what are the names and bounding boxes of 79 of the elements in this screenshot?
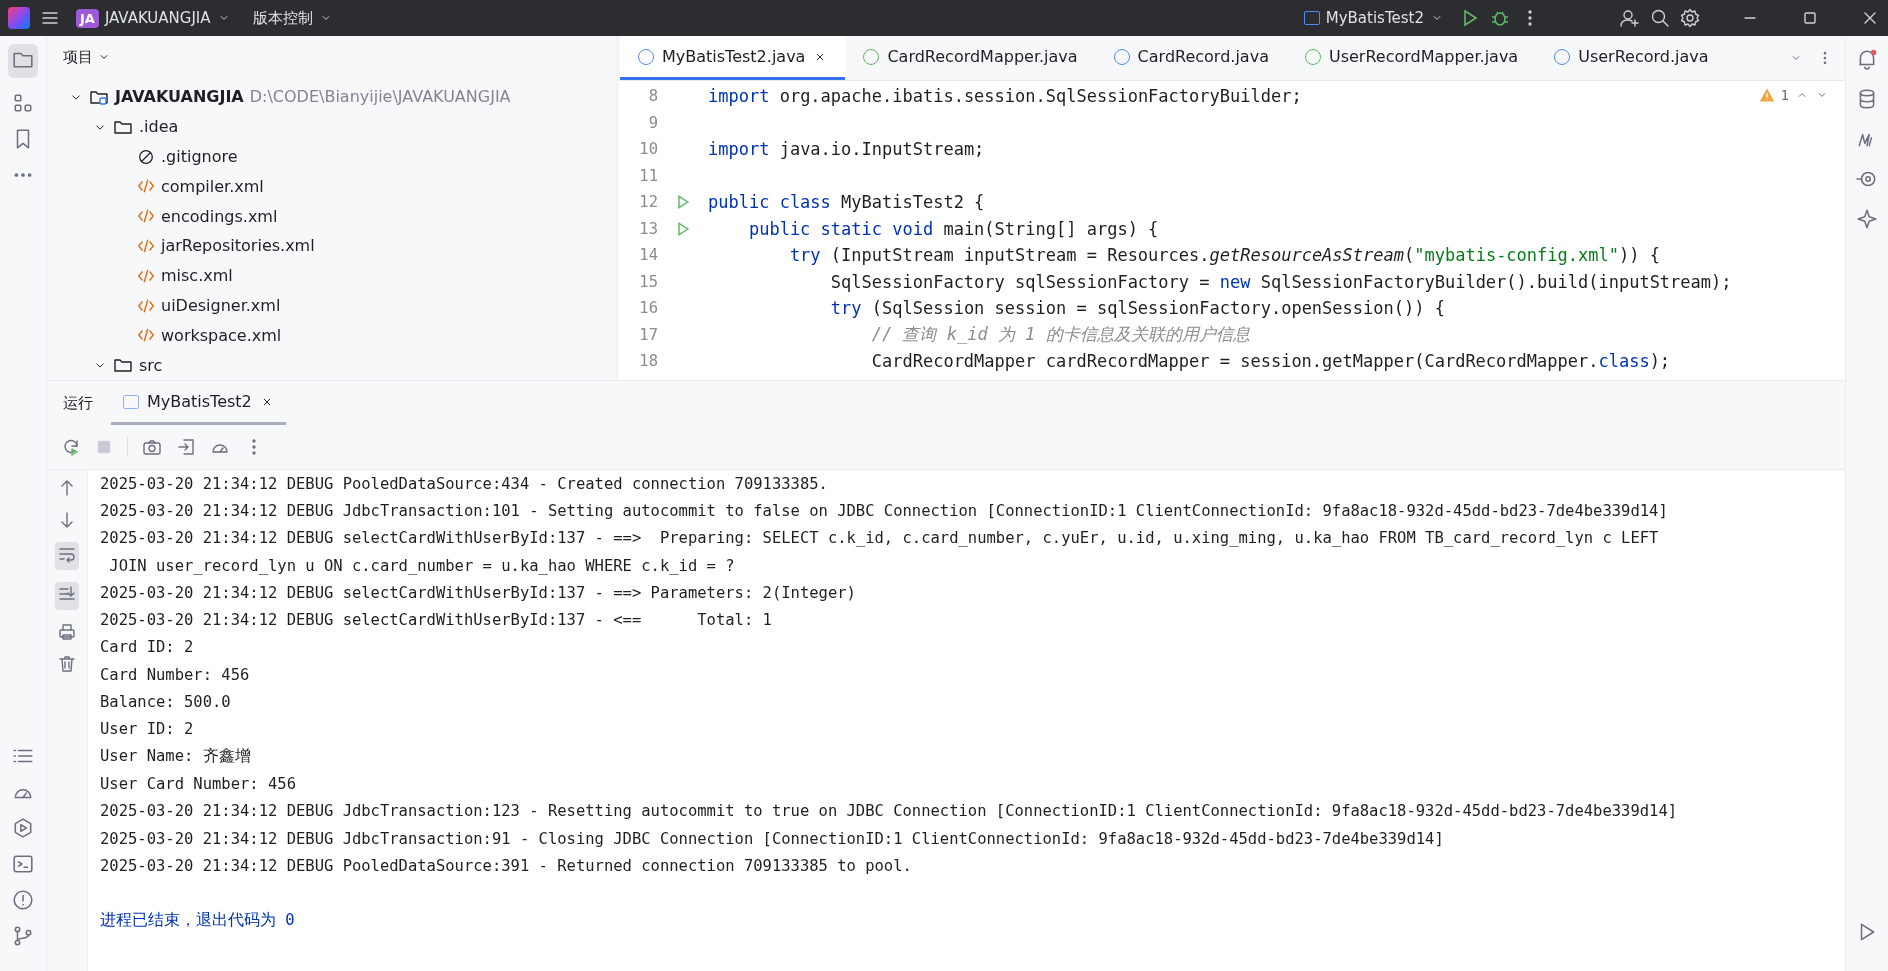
structure-icon[interactable]: [12, 92, 34, 114]
code-line: SqlSessionFactory sqlSessionFactory = new SqlSessionFactoryBuilder().build(inputStream);: [829, 271, 1732, 292]
line-number: 18: [638, 352, 658, 371]
tree-item[interactable]: encodings.xml: [161, 206, 278, 226]
editor-tab[interactable]: CardRecordMapper.java: [845, 36, 1096, 80]
line-number: 11: [638, 166, 658, 185]
window-icon: [123, 394, 139, 409]
trash-icon[interactable]: [57, 654, 77, 674]
code-line: try (InputStream inputStream = Resources.getResourceAsStream("mybatis-config.xml")) {: [788, 245, 1660, 266]
add-user-icon[interactable]: [1620, 8, 1640, 28]
code-line: try (SqlSession session = sqlSessionFactory.openSession()) {: [829, 298, 1445, 319]
project-path: D:\CODE\Bianyijie\JAVAKUANGJIA: [249, 87, 511, 107]
tree-item[interactable]: compiler.xml: [161, 176, 264, 196]
console-line: 2025-03-20 21:34:12 DEBUG JdbcTransaction:123 - Resetting autocommit to true on JDBC Connection [ConnectionID:1 ClientConnectionId: 9fa8ac18-932d-45dd-bd23-7de4be339d14]: [100, 802, 1678, 821]
editor-tab[interactable]: CardRecord.java: [1095, 36, 1287, 80]
line-number: 14: [638, 246, 658, 265]
console-line: User Name: 齐鑫增: [100, 746, 251, 768]
rerun-icon[interactable]: [61, 437, 81, 457]
no-entry-icon: [137, 147, 155, 166]
tree-item[interactable]: .idea: [139, 117, 179, 137]
console-line: User Card Number: 456: [100, 774, 296, 793]
tree-item[interactable]: jarRepositories.xml: [161, 236, 315, 256]
line-number: 16: [638, 299, 658, 318]
terminal-icon[interactable]: [12, 853, 34, 875]
line-number: 15: [638, 272, 658, 291]
print-icon[interactable]: [57, 622, 77, 642]
console-line: 2025-03-20 21:34:12 DEBUG JdbcTransaction:91 - Closing JDBC Connection [ConnectionID:1 ClientConnectionId: 9fa8ac18-932d-45dd-bd23-7de4be339d14]: [100, 829, 1444, 848]
run-services-icon[interactable]: [12, 817, 34, 839]
console-line: 2025-03-20 21:34:12 DEBUG PooledDataSource:434 - Created connection 709133385.: [100, 474, 828, 493]
console-line: 2025-03-20 21:34:12 DEBUG selectCardWithUserById:137 - ==> Preparing: SELECT c.k_id, c.card_number, c.yuEr, u.id, u.xing_ming, u.ka_hao FROM TB_card_record_lyn c LEFT: [100, 529, 1659, 548]
panel-title[interactable]: 项目: [63, 47, 93, 67]
tree-item[interactable]: uiDesigner.xml: [161, 296, 281, 315]
tree-item[interactable]: misc.xml: [161, 266, 233, 286]
console-line: Card Number: 456: [100, 665, 250, 684]
code-line: public class MyBatisTest2 {: [708, 192, 985, 213]
line-number: 12: [638, 193, 658, 212]
editor-tab[interactable]: MyBatisTest2.java: [620, 36, 846, 80]
console-line: Balance: 500.0: [100, 693, 231, 711]
code-line: CardRecordMapper cardRecordMapper = session.getMapper(CardRecordMapper.class);: [870, 351, 1671, 372]
bell-icon[interactable]: [1856, 48, 1878, 70]
exit-message: 进程已结束，退出代码为 0: [100, 909, 295, 931]
sparkle-icon[interactable]: [1856, 208, 1878, 230]
run-gutter-icon[interactable]: [675, 194, 691, 211]
project-selector[interactable]: JA JAVAKUANGJIA: [70, 5, 237, 31]
app-logo[interactable]: [8, 7, 30, 29]
editor-tab[interactable]: UserRecordMapper.java: [1286, 36, 1537, 80]
search-icon[interactable]: [1650, 8, 1670, 28]
code-line: import org.apache.ibatis.session.SqlSessionFactoryBuilder;: [708, 86, 1302, 107]
line-number: 17: [638, 325, 658, 344]
tree-item[interactable]: .gitignore: [161, 147, 238, 166]
console-line: 2025-03-20 21:34:12 DEBUG JdbcTransaction:101 - Setting autocommit to false on JDBC Connection [ConnectionID:1 ClientConnectionId: 9fa8ac18-932d-45dd-bd23-7de4be339d14]: [100, 501, 1668, 520]
line-number: 13: [638, 219, 658, 238]
line-number: 10: [638, 140, 658, 159]
warning-circle-icon[interactable]: [12, 889, 34, 911]
tree-item[interactable]: JAVAKUANGJIA: [115, 87, 244, 107]
run-config-selector[interactable]: MyBatisTest2: [1297, 6, 1450, 30]
panel-title: 运行: [63, 393, 93, 413]
code-line: import java.io.InputStream;: [708, 139, 985, 160]
console-line: JOIN user_record_lyn u ON c.card_number = u.ka_hao WHERE c.k_id = ?: [108, 556, 735, 575]
console-line: 2025-03-20 21:34:12 DEBUG selectCardWithUserById:137 - ==> Parameters: 2(Integer): [100, 583, 856, 602]
code-line: public static void main(String[] args) {: [747, 218, 1159, 239]
warning-count[interactable]: 1: [1780, 87, 1789, 103]
vcs-selector[interactable]: 版本控制: [246, 5, 339, 31]
line-number: 8: [647, 87, 658, 106]
line-number: 9: [647, 113, 658, 132]
code-line: // 查询 k_id 为 1 的卡信息及关联的用户信息: [870, 323, 1250, 347]
camera-icon[interactable]: [142, 437, 162, 457]
tree-item[interactable]: workspace.xml: [161, 325, 282, 345]
branch-icon[interactable]: [12, 925, 34, 947]
run-gutter-icon[interactable]: [675, 220, 691, 237]
console-line: 2025-03-20 21:34:12 DEBUG PooledDataSource:391 - Returned connection 709133385 to pool.: [100, 856, 912, 875]
console-line: User ID: 2: [100, 720, 194, 739]
tree-item[interactable]: src: [139, 355, 163, 375]
editor-tab[interactable]: UserRecord.java: [1536, 36, 1727, 80]
console-line: 2025-03-20 21:34:12 DEBUG selectCardWithUserById:137 - <== Total: 1: [100, 611, 772, 630]
exit-icon[interactable]: [176, 437, 196, 457]
settings-icon[interactable]: [1680, 8, 1700, 28]
run-tab[interactable]: MyBatisTest2: [111, 381, 286, 425]
console-line: Card ID: 2: [100, 638, 194, 657]
